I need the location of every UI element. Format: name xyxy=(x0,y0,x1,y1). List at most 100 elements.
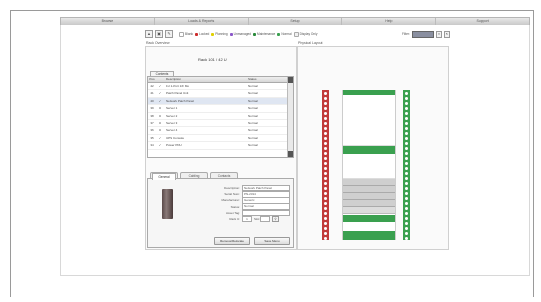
rack-hole xyxy=(324,142,327,145)
table-row[interactable]: 38 ⊙ Server 2 Normal xyxy=(148,113,293,120)
rack-hole xyxy=(405,157,408,160)
rack-hole xyxy=(324,152,327,155)
rack-hole xyxy=(324,187,327,190)
rack-device-server[interactable] xyxy=(343,186,395,193)
rack-hole xyxy=(324,132,327,135)
rack-device-selected[interactable] xyxy=(343,146,395,154)
rack-device-server[interactable] xyxy=(343,200,395,207)
menu-help[interactable]: Help xyxy=(342,18,437,25)
rack-hole xyxy=(405,112,408,115)
rack-hole xyxy=(324,182,327,185)
rack-hole xyxy=(324,122,327,125)
slot-field[interactable] xyxy=(260,215,270,223)
table-row[interactable]: 34 ✓ Power PDU Normal xyxy=(148,142,293,150)
rack-device-blank[interactable] xyxy=(343,154,395,179)
cursor-icon[interactable]: ▲ xyxy=(145,30,153,38)
rack-hole xyxy=(405,142,408,145)
rack-hole xyxy=(324,197,327,200)
rack-u-field[interactable]: 1 xyxy=(242,215,252,223)
device-image xyxy=(162,189,173,219)
rack-hole xyxy=(405,92,408,95)
rack-hole xyxy=(405,232,408,235)
rack-hole xyxy=(405,167,408,170)
field-label: Status: xyxy=(230,204,240,209)
menu-loads-reports[interactable]: Loads & Reports xyxy=(155,18,249,25)
rack-hole xyxy=(324,212,327,215)
rack-hole xyxy=(405,222,408,225)
legend-unmanaged: Unmanaged xyxy=(229,32,251,36)
scroll-up-icon[interactable] xyxy=(288,77,293,83)
rack-hole xyxy=(405,212,408,215)
rack-device-server[interactable] xyxy=(343,207,395,214)
legend-blank: Blank xyxy=(179,31,193,37)
rack-hole xyxy=(405,202,408,205)
rack-hole xyxy=(405,177,408,180)
field-label: Rack U: xyxy=(229,217,240,222)
rack-hole xyxy=(405,187,408,190)
rack-hole xyxy=(324,127,327,130)
rack-hole xyxy=(405,227,408,230)
table-row-selected[interactable]: 40 ✓ Network Patch Panel Normal xyxy=(148,97,293,106)
menu-browse[interactable]: Browse xyxy=(61,18,155,25)
table-row[interactable]: 39 ⊙ Server 1 Normal xyxy=(148,105,293,113)
rack-hole xyxy=(324,137,327,140)
remove-relocate-button[interactable]: Remove/Relocate xyxy=(214,237,250,245)
filter-select[interactable] xyxy=(412,30,434,38)
field-label: Manufacturer: xyxy=(221,198,240,203)
table-scrollbar[interactable] xyxy=(287,77,293,157)
lookup-icon[interactable]: ⚲ xyxy=(272,215,279,223)
filter-label: Filter: xyxy=(402,32,410,36)
rack-hole xyxy=(324,172,327,175)
refresh-icon[interactable]: ↻ xyxy=(444,30,450,38)
menu-setup[interactable]: Setup xyxy=(249,18,343,25)
legend-maintenance: Maintenance xyxy=(253,32,275,36)
rack-device-green[interactable] xyxy=(343,231,395,240)
legend-planning: Planning xyxy=(211,32,228,36)
table-row[interactable]: 41 ✓ Patch Panel Unit Normal xyxy=(148,90,293,98)
rack-hole xyxy=(405,207,408,210)
rack-hole xyxy=(405,127,408,130)
col-description[interactable]: Description xyxy=(164,77,246,82)
scroll-down-icon[interactable] xyxy=(288,151,293,157)
rack-hole xyxy=(324,177,327,180)
tab-general[interactable]: General xyxy=(152,173,176,180)
chevron-down-icon[interactable]: ▾ xyxy=(436,30,442,38)
field-label: Serial Num: xyxy=(224,192,240,197)
rack-hole xyxy=(405,192,408,195)
rack-hole xyxy=(324,97,327,100)
rack-hole xyxy=(405,132,408,135)
table-row[interactable]: 42 ✓ 1U 1-Port 1/F Mo Normal xyxy=(148,83,293,91)
legend-swatch xyxy=(179,31,184,37)
col-pos[interactable]: Pos xyxy=(148,77,156,82)
rack-hole xyxy=(405,182,408,185)
field-label: Asset Tag: xyxy=(226,210,240,215)
rack-hole xyxy=(324,162,327,165)
print-icon[interactable]: ▣ xyxy=(155,30,163,38)
menu-support[interactable]: Support xyxy=(436,18,529,25)
rack-hole xyxy=(324,167,327,170)
rack-device-server[interactable] xyxy=(343,193,395,200)
save-menu-button[interactable]: Save Menu xyxy=(254,237,290,245)
rack-hole xyxy=(405,152,408,155)
rack-rail-left xyxy=(322,90,329,240)
table-row[interactable]: 37 ⊙ Server 3 Normal xyxy=(148,120,293,128)
table-row[interactable]: 36 ⊙ Server 4 Normal xyxy=(148,127,293,135)
table-row[interactable]: 35 ✓ UPS Console Normal xyxy=(148,135,293,143)
rack-diagram xyxy=(322,90,414,240)
physical-layout-title: Physical Layout xyxy=(298,41,323,45)
rack-overview-title: Rack Overview xyxy=(146,41,170,45)
rack-name: Rack 101 / 42 U xyxy=(198,57,227,62)
rack-device-green[interactable] xyxy=(343,215,395,222)
rack-hole xyxy=(324,157,327,160)
rack-hole xyxy=(405,172,408,175)
rack-hole xyxy=(324,232,327,235)
rack-hole xyxy=(324,202,327,205)
rack-device-server[interactable] xyxy=(343,179,395,186)
rack-hole xyxy=(405,102,408,105)
rack-device-blank[interactable] xyxy=(343,95,395,146)
details-panel: General Description: Network Patch Panel … xyxy=(147,173,294,248)
edit-icon[interactable]: ✎ xyxy=(165,30,173,38)
col-status[interactable]: Status xyxy=(246,77,288,82)
field-label: Description: xyxy=(224,186,240,191)
rack-hole xyxy=(405,137,408,140)
